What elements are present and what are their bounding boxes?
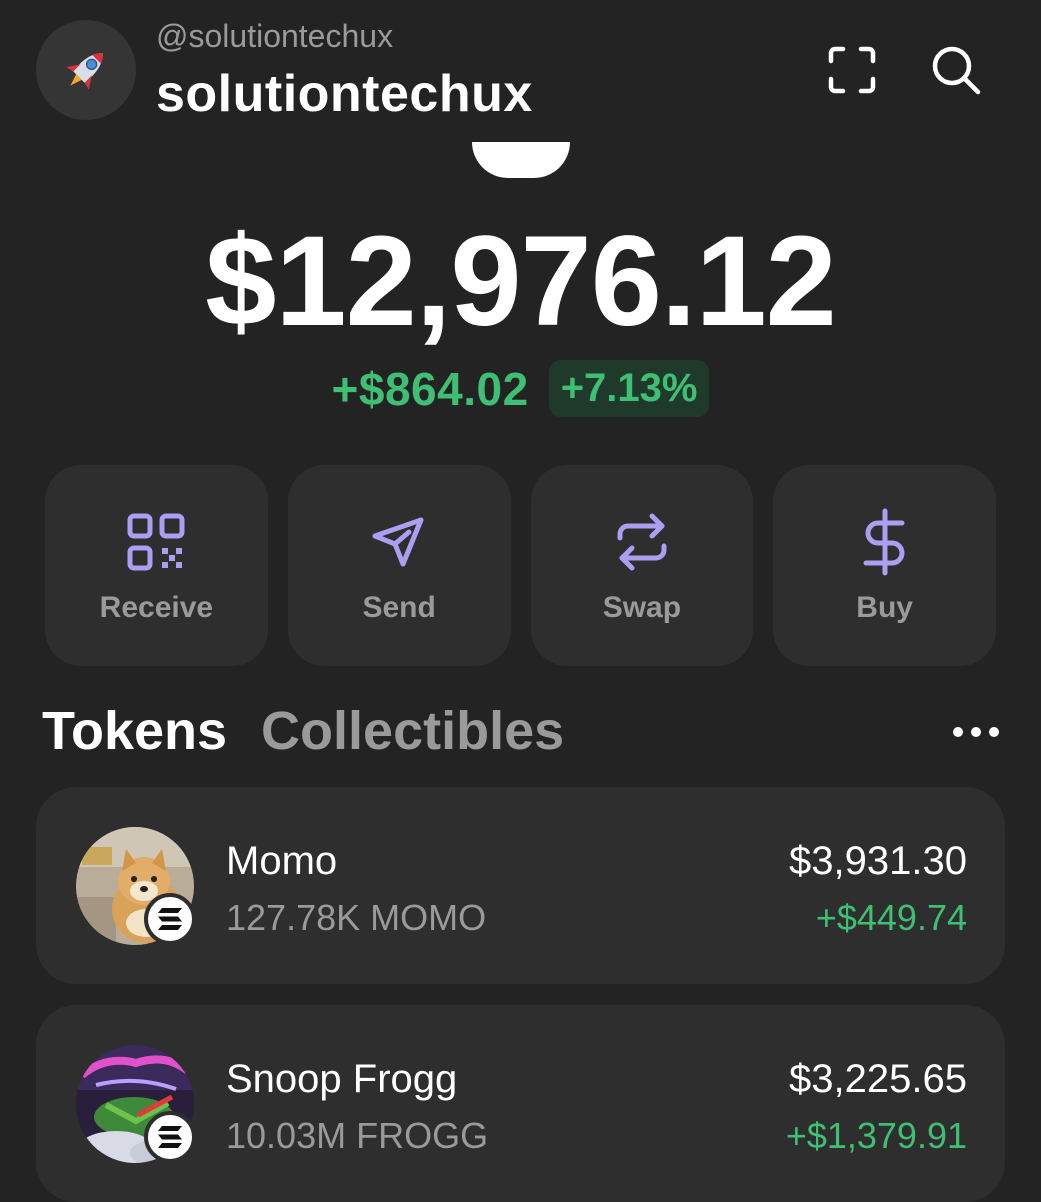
- token-quantity: 10.03M FROGG: [226, 1115, 489, 1156]
- token-change: +$449.74: [815, 897, 967, 938]
- chain-badge: [144, 1111, 196, 1163]
- token-row-momo[interactable]: Momo 127.78K MOMO $3,931.30 +$449.74: [36, 787, 1005, 984]
- chain-badge: [144, 893, 196, 945]
- total-balance: $12,976.12: [205, 210, 837, 353]
- buy-button[interactable]: Buy: [773, 465, 996, 666]
- buy-label: Buy: [856, 590, 913, 624]
- token-change: +$1,379.91: [785, 1115, 967, 1156]
- pull-to-refresh-indicator: [472, 142, 570, 178]
- send-icon: [372, 517, 424, 566]
- search-icon: [932, 46, 981, 95]
- token-value: $3,225.65: [789, 1057, 967, 1101]
- token-row-snoop-frogg[interactable]: Snoop Frogg 10.03M FROGG $3,225.65 +$1,3…: [36, 1005, 1005, 1202]
- swap-icon: [617, 513, 667, 570]
- scan-icon: [828, 46, 876, 94]
- search-button[interactable]: [924, 38, 988, 102]
- asset-tabs: Tokens Collectibles: [42, 700, 564, 762]
- balance-change-row: +$864.02 +7.13%: [0, 360, 1041, 417]
- swap-button[interactable]: Swap: [530, 465, 754, 666]
- quick-actions: Receive Send Swap Buy: [45, 465, 996, 666]
- tab-collectibles[interactable]: Collectibles: [261, 700, 564, 762]
- token-name: Momo: [226, 839, 338, 883]
- send-label: Send: [362, 590, 436, 624]
- balance-change-percent-badge: +7.13%: [548, 360, 710, 417]
- receive-button[interactable]: Receive: [45, 465, 268, 666]
- account-handle: @solutiontechux: [156, 18, 394, 54]
- tab-tokens[interactable]: Tokens: [42, 700, 227, 762]
- qr-code-icon: [127, 513, 185, 570]
- token-quantity: 127.78K MOMO: [226, 897, 487, 938]
- token-name: Snoop Frogg: [226, 1057, 458, 1101]
- account-name[interactable]: solutiontechux: [156, 64, 533, 124]
- dollar-icon: [863, 508, 905, 575]
- rocket-icon: [66, 53, 103, 90]
- token-value: $3,931.30: [789, 839, 967, 883]
- balance-change-amount: +$864.02: [331, 362, 529, 415]
- more-options-button[interactable]: [946, 712, 1006, 752]
- solana-icon: [158, 1126, 182, 1148]
- solana-icon: [158, 908, 182, 930]
- more-horizontal-icon: [953, 727, 999, 737]
- swap-label: Swap: [602, 590, 682, 624]
- send-button[interactable]: Send: [287, 465, 511, 666]
- receive-label: Receive: [99, 590, 214, 624]
- scan-button[interactable]: [820, 38, 884, 102]
- avatar[interactable]: [36, 20, 136, 120]
